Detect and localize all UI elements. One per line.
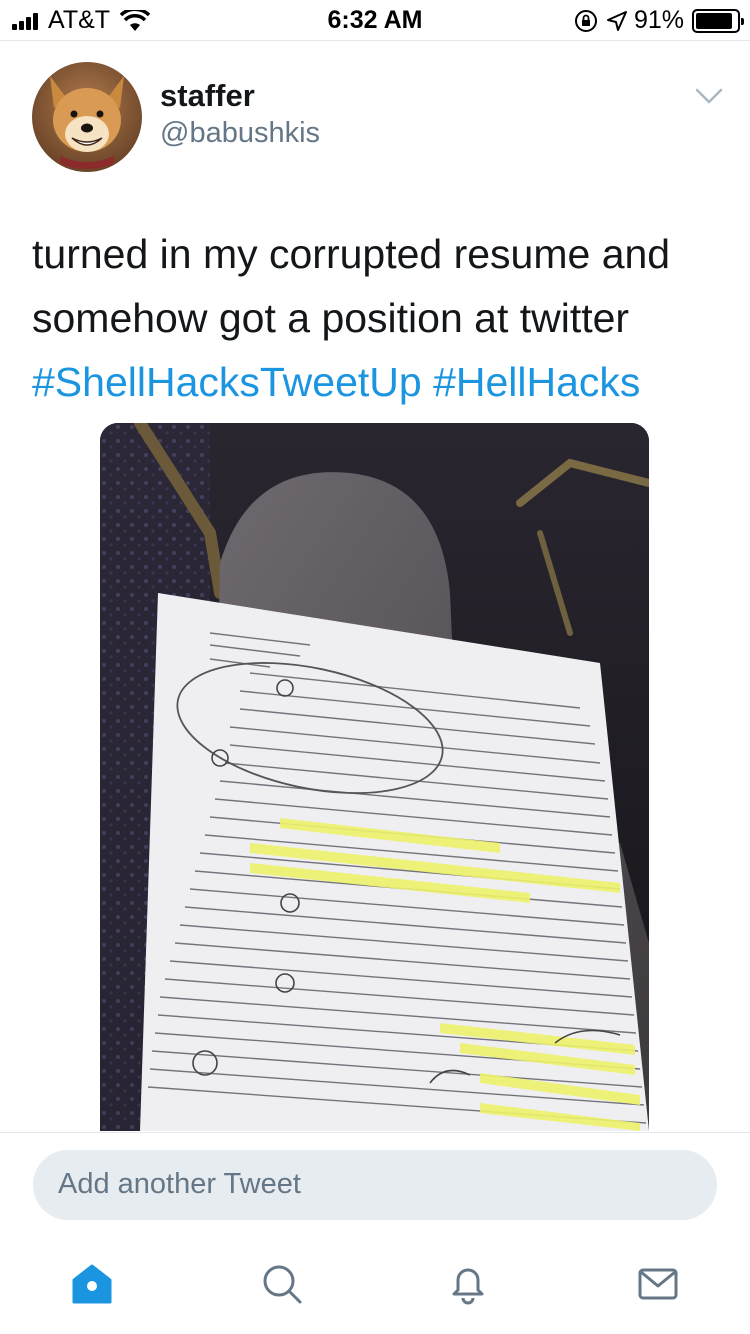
battery-icon bbox=[692, 8, 744, 33]
tweet-text-line: somehow got a position at twitter bbox=[32, 295, 630, 341]
tweet-text: turned in my corrupted resume and someho… bbox=[32, 222, 722, 414]
bottom-tab-bar bbox=[0, 1240, 750, 1334]
location-icon bbox=[606, 10, 627, 31]
status-divider bbox=[0, 40, 750, 41]
status-right: 91% bbox=[574, 6, 744, 35]
tweet-photo[interactable] bbox=[100, 423, 649, 1131]
tweet-text-line: turned in my corrupted resume and bbox=[32, 231, 671, 277]
notifications-icon[interactable] bbox=[446, 1262, 490, 1306]
dog-avatar-image bbox=[32, 62, 142, 172]
author-display-name[interactable]: staffer bbox=[160, 78, 255, 114]
status-bar: AT&T 6:32 AM 91% bbox=[0, 0, 750, 40]
compose-divider bbox=[0, 1132, 750, 1133]
hashtag-link[interactable]: #ShellHacksTweetUp bbox=[32, 359, 422, 405]
battery-level-fill bbox=[696, 12, 733, 29]
battery-percentage: 91% bbox=[633, 6, 684, 34]
home-icon[interactable] bbox=[70, 1262, 114, 1306]
compose-placeholder: Add another Tweet bbox=[58, 1168, 301, 1200]
search-icon[interactable] bbox=[260, 1262, 304, 1306]
add-another-tweet-input[interactable]: Add another Tweet bbox=[33, 1150, 717, 1220]
chevron-down-icon[interactable] bbox=[694, 86, 724, 106]
hashtag-link[interactable]: #HellHacks bbox=[433, 359, 640, 405]
avatar[interactable] bbox=[32, 62, 142, 172]
orientation-lock-icon bbox=[574, 9, 597, 32]
resume-photo-illustration bbox=[100, 423, 649, 1131]
messages-icon[interactable] bbox=[636, 1262, 680, 1306]
hashtag-line: #ShellHacksTweetUp #HellHacks bbox=[32, 350, 722, 414]
author-handle[interactable]: @babushkis bbox=[160, 117, 320, 150]
